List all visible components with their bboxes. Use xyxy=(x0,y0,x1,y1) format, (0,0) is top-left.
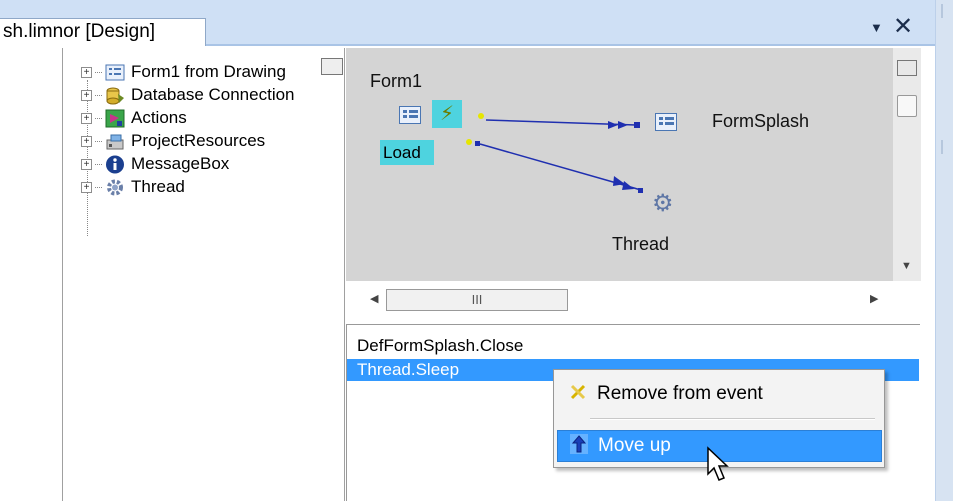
tree-pane-button[interactable] xyxy=(321,58,343,75)
expand-icon[interactable]: + xyxy=(81,181,92,193)
form-icon xyxy=(105,63,125,82)
tree-dots xyxy=(95,163,102,165)
thread-gear-icon[interactable]: ⚙ xyxy=(652,192,674,216)
menu-separator xyxy=(590,418,875,420)
scroll-right-icon[interactable]: ▶ xyxy=(870,292,878,305)
document-tab-strip: sh.limnor [Design] ▼ ✕ xyxy=(0,0,935,46)
menu-item-label: Move up xyxy=(598,435,671,456)
tree-item-label: Thread xyxy=(131,177,185,196)
formsplash-label: FormSplash xyxy=(712,111,810,131)
tree-dots xyxy=(95,71,102,73)
dropdown-arrow-icon[interactable]: ▼ xyxy=(870,20,883,35)
action-item-defformsplash-close[interactable]: DefFormSplash.Close xyxy=(357,335,523,357)
scroll-left-icon[interactable]: ◀ xyxy=(370,292,378,305)
info-icon xyxy=(105,155,125,174)
gear-icon xyxy=(105,178,125,197)
tree-item-label: Actions xyxy=(131,108,187,127)
database-icon xyxy=(105,86,125,105)
horizontal-scroll-thumb[interactable]: III xyxy=(386,289,568,311)
tree-dots xyxy=(95,117,102,119)
expand-icon[interactable]: + xyxy=(81,158,92,170)
tree-dots xyxy=(95,94,102,96)
scroll-down-icon[interactable]: ▼ xyxy=(901,260,912,272)
tree-item-database-connection[interactable]: + Database Connection xyxy=(81,84,295,106)
tree-item-messagebox[interactable]: + MessageBox xyxy=(81,153,229,175)
thread-label: Thread xyxy=(612,234,670,254)
move-up-icon xyxy=(568,433,590,460)
scroll-corner-button[interactable] xyxy=(897,60,917,76)
right-dock-strip xyxy=(935,0,953,501)
expand-icon[interactable]: + xyxy=(81,66,92,78)
tree-item-label: Database Connection xyxy=(131,85,295,104)
tree-dots xyxy=(95,186,102,188)
resources-icon xyxy=(105,132,125,151)
expand-icon[interactable]: + xyxy=(81,135,92,147)
formsplash-icon[interactable] xyxy=(655,113,677,131)
menu-item-remove-from-event[interactable]: Remove from event xyxy=(557,378,882,410)
expand-icon[interactable]: + xyxy=(81,112,92,124)
tree-dots xyxy=(95,140,102,142)
diagram-vertical-scrollbar[interactable]: ▼ xyxy=(893,48,921,281)
tree-item-thread[interactable]: + Thread xyxy=(81,176,185,198)
tree-item-label: Form1 from Drawing xyxy=(131,62,286,81)
menu-item-label: Remove from event xyxy=(597,383,763,404)
dock-tick xyxy=(941,4,949,18)
tree-item-actions[interactable]: + Actions xyxy=(81,107,187,129)
mouse-pointer-icon xyxy=(707,446,729,481)
tree-item-label: ProjectResources xyxy=(131,131,266,150)
remove-icon xyxy=(567,382,589,407)
object-tree[interactable]: + Form1 from Drawing + Database Connecti… xyxy=(63,48,345,501)
tree-item-project-resources[interactable]: + ProjectResources xyxy=(81,130,265,152)
vertical-scroll-thumb[interactable] xyxy=(897,95,917,117)
close-icon[interactable]: ✕ xyxy=(893,12,913,41)
tree-item-form1[interactable]: + Form1 from Drawing xyxy=(81,61,286,83)
left-gutter-pane xyxy=(0,48,63,501)
dock-tick xyxy=(941,140,949,154)
scrollbar-corner xyxy=(893,281,921,321)
document-tab[interactable]: sh.limnor [Design] xyxy=(0,18,206,46)
expand-icon[interactable]: + xyxy=(81,89,92,101)
actions-icon xyxy=(105,109,125,128)
diagram-horizontal-scrollbar[interactable]: ◀ III ▶ xyxy=(346,281,893,321)
tree-item-label: MessageBox xyxy=(131,154,230,173)
